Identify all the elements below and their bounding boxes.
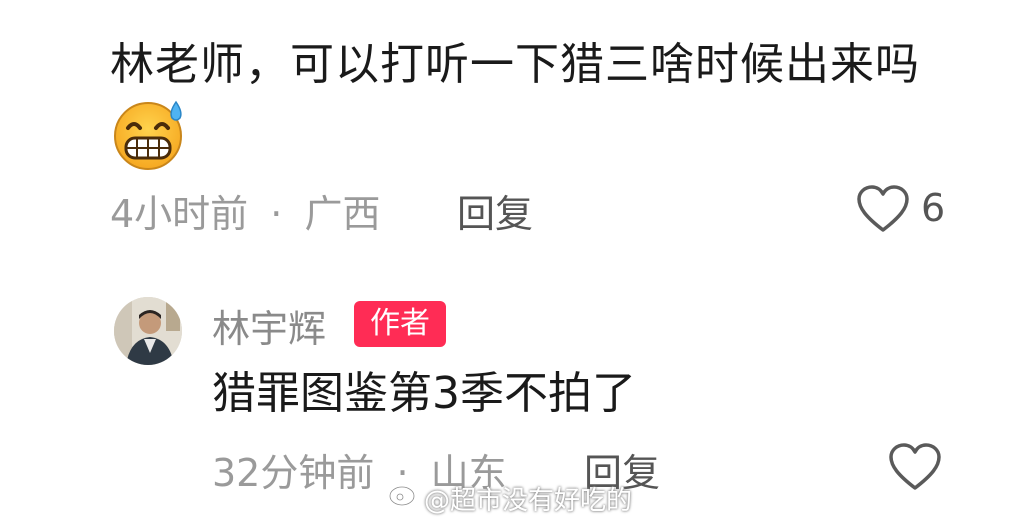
reply-text: 猎罪图鉴第3季不拍了 <box>212 368 636 419</box>
reply-button[interactable]: 回复 <box>457 183 533 238</box>
comment-text: 林老师，可以打听一下猎三啥时候出来吗 <box>110 39 920 90</box>
watermark: @超市没有好吃的 <box>424 486 633 516</box>
grinning-sweat-emoji-icon <box>110 98 190 170</box>
comment-meta: 4小时前 · 广西 <box>110 183 380 238</box>
avatar[interactable] <box>114 297 182 365</box>
reply-time: 32分钟前 <box>212 451 375 495</box>
meta-separator: · <box>270 192 283 236</box>
heart-icon[interactable] <box>856 184 910 234</box>
comment-location: 广西 <box>304 192 381 236</box>
weibo-logo-icon <box>388 478 420 508</box>
like-count: 6 <box>921 186 946 230</box>
heart-icon[interactable] <box>888 442 942 492</box>
reply-author-name[interactable]: 林宇辉 <box>212 298 326 353</box>
comment-time: 4小时前 <box>110 192 249 236</box>
author-badge: 作者 <box>354 301 446 347</box>
